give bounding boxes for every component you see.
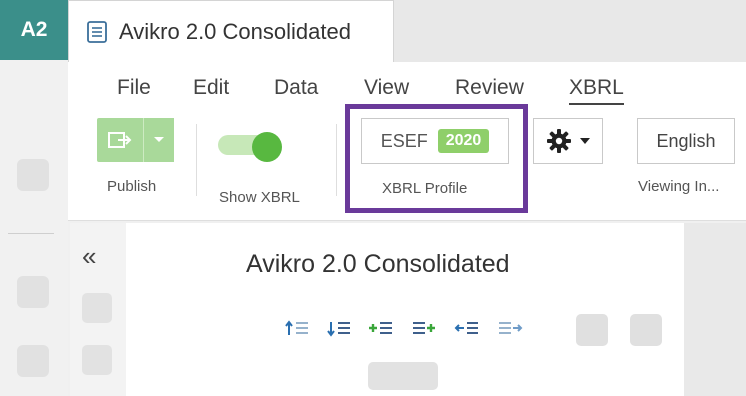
double-chevron-left-icon[interactable]: « bbox=[82, 243, 96, 269]
page-margin-right bbox=[684, 223, 746, 396]
toggle-knob[interactable] bbox=[252, 132, 282, 162]
indent-icon[interactable] bbox=[497, 318, 523, 340]
menu-data[interactable]: Data bbox=[274, 76, 318, 100]
rail-button[interactable] bbox=[17, 276, 49, 308]
caret-down-icon bbox=[154, 137, 164, 142]
ribbon-separator bbox=[336, 124, 337, 196]
publish-button[interactable] bbox=[97, 118, 143, 162]
publish-label: Publish bbox=[107, 178, 157, 195]
outdent-icon[interactable] bbox=[454, 318, 480, 340]
ribbon-separator bbox=[196, 124, 197, 196]
document-tab[interactable]: Avikro 2.0 Consolidated bbox=[68, 0, 394, 62]
gear-icon bbox=[547, 129, 571, 153]
page-title: Avikro 2.0 Consolidated bbox=[246, 250, 510, 278]
move-up-icon[interactable] bbox=[284, 318, 310, 340]
menu-view[interactable]: View bbox=[364, 76, 409, 100]
settings-button[interactable] bbox=[533, 118, 603, 164]
caret-down-icon bbox=[580, 137, 590, 144]
menu-file[interactable]: File bbox=[117, 76, 151, 100]
workspace-badge[interactable]: A2 bbox=[0, 0, 68, 60]
menu-xbrl[interactable]: XBRL bbox=[569, 76, 624, 105]
menu-review[interactable]: Review bbox=[455, 76, 524, 100]
document-icon bbox=[87, 20, 107, 43]
tab-strip bbox=[394, 0, 746, 62]
export-icon bbox=[108, 132, 132, 148]
viewing-language-select[interactable]: English bbox=[637, 118, 735, 164]
move-down-icon[interactable] bbox=[326, 318, 352, 340]
show-xbrl-label: Show XBRL bbox=[219, 189, 300, 206]
nav-pane-button[interactable] bbox=[82, 293, 112, 323]
nav-pane-button[interactable] bbox=[82, 345, 112, 375]
highlight-box bbox=[345, 104, 528, 213]
page-action-button[interactable] bbox=[368, 362, 438, 390]
rail-button[interactable] bbox=[17, 345, 49, 377]
viewing-language-label: Viewing In... bbox=[638, 178, 720, 195]
add-above-icon[interactable] bbox=[368, 318, 394, 340]
page-tool-button[interactable] bbox=[576, 314, 608, 346]
add-below-icon[interactable] bbox=[411, 318, 437, 340]
rail-button[interactable] bbox=[17, 159, 49, 191]
publish-dropdown-button[interactable] bbox=[143, 118, 174, 162]
menu-edit[interactable]: Edit bbox=[193, 76, 229, 100]
document-tab-title: Avikro 2.0 Consolidated bbox=[119, 18, 351, 44]
rail-divider bbox=[8, 233, 54, 234]
page-tool-button[interactable] bbox=[630, 314, 662, 346]
